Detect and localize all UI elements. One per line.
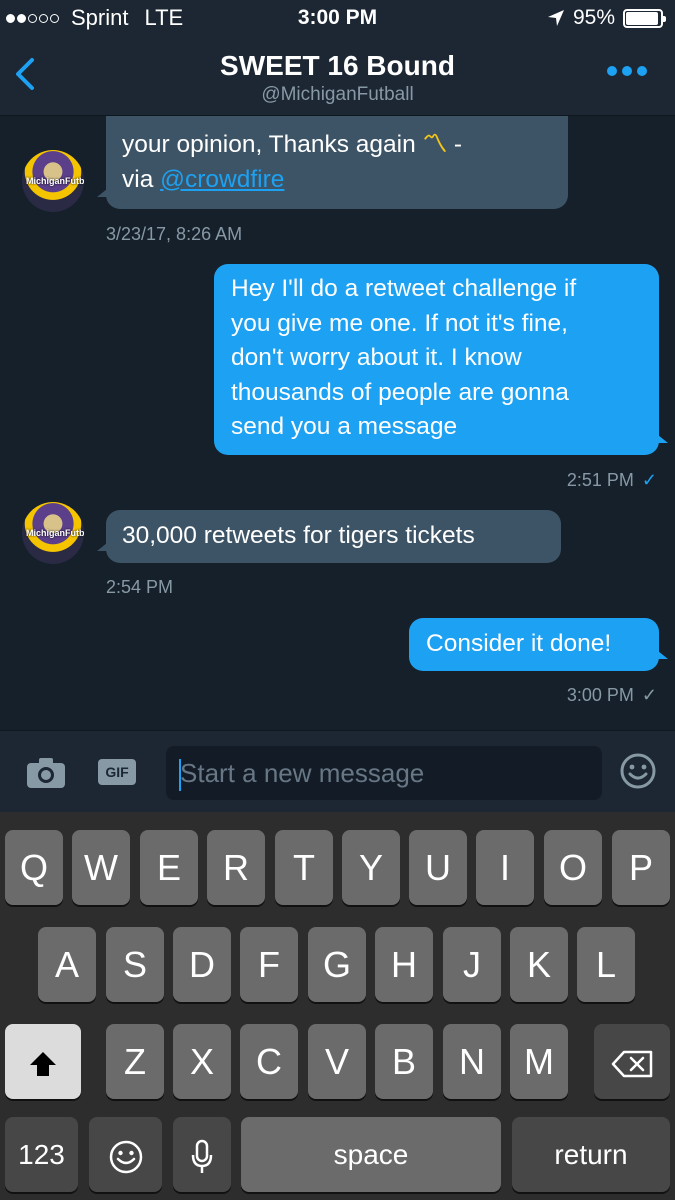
key-d[interactable]: D [173, 927, 231, 1002]
return-key[interactable]: return [512, 1117, 670, 1192]
key-k[interactable]: K [510, 927, 568, 1002]
message-timestamp: 2:51 PM ✓ [566, 470, 657, 490]
delete-key[interactable] [594, 1024, 670, 1099]
status-right: 95% [547, 6, 666, 30]
key-s[interactable]: S [106, 927, 164, 1002]
incoming-message-bubble[interactable]: 30,000 retweets for tigers tickets [97, 510, 561, 563]
message-timestamp: 2:54 PM [106, 577, 174, 597]
key-a[interactable]: A [38, 927, 96, 1002]
key-f[interactable]: F [240, 927, 298, 1002]
text-cursor [179, 759, 181, 791]
key-z[interactable]: Z [106, 1024, 164, 1099]
outgoing-message-bubble[interactable]: Hey I'll do a retweet challenge if you g… [214, 264, 668, 455]
key-u[interactable]: U [409, 830, 467, 905]
shift-key[interactable] [5, 1024, 81, 1099]
conversation-header: SWEET 16 Bound @MichiganFutball [0, 40, 675, 116]
sent-check-icon: ✓ [641, 470, 657, 490]
message-text: Consider it done! [426, 630, 612, 657]
avatar[interactable]: MichiganFutball [22, 502, 84, 564]
key-j[interactable]: J [443, 927, 501, 1002]
smiley-icon [620, 753, 656, 789]
dictation-key[interactable] [173, 1117, 231, 1192]
key-q[interactable]: Q [5, 830, 63, 905]
message-composer: GIF [0, 730, 675, 813]
more-options-icon[interactable] [607, 66, 647, 76]
message-list[interactable]: MichiganFutball your opinion, Thanks aga… [0, 116, 675, 730]
message-line: don't worry about it. I know [231, 344, 522, 371]
battery-percent: 95% [572, 6, 615, 29]
emoji-icon: 〽 [422, 131, 448, 158]
message-text: via @crowdfire [122, 165, 285, 193]
message-timestamp: 3:00 PM ✓ [566, 685, 657, 705]
avatar-label: MichiganFutball [26, 176, 84, 186]
key-i[interactable]: I [476, 830, 534, 905]
key-y[interactable]: Y [342, 830, 400, 905]
key-m[interactable]: M [510, 1024, 568, 1099]
key-h[interactable]: H [375, 927, 433, 1002]
key-e[interactable]: E [140, 830, 198, 905]
sent-check-icon: ✓ [641, 685, 657, 705]
key-r[interactable]: R [207, 830, 265, 905]
crowdfire-link[interactable]: @crowdfire [160, 166, 284, 193]
message-text: your opinion, Thanks again 〽 - [122, 131, 463, 158]
message-line: send you a message [231, 413, 458, 440]
emoji-button[interactable] [620, 753, 656, 794]
status-bar: Sprint LTE 3:00 PM 95% [0, 0, 675, 40]
key-l[interactable]: L [577, 927, 635, 1002]
key-o[interactable]: O [544, 830, 602, 905]
avatar[interactable]: MichiganFutball [22, 150, 84, 212]
message-line: you give me one. If not it's fine, [231, 309, 568, 337]
key-b[interactable]: B [375, 1024, 433, 1099]
camera-button[interactable] [26, 757, 66, 794]
battery-icon [623, 8, 666, 28]
conversation-title: SWEET 16 Bound [220, 50, 455, 81]
microphone-icon [191, 1140, 213, 1174]
outgoing-message-bubble[interactable]: Consider it done! [409, 618, 668, 671]
delete-icon [611, 1051, 653, 1078]
numbers-key[interactable]: 123 [5, 1117, 78, 1192]
avatar-label: MichiganFutball [26, 528, 84, 538]
shift-icon [30, 1052, 56, 1077]
location-arrow-icon [547, 10, 564, 26]
space-key[interactable]: space [241, 1117, 501, 1192]
conversation-handle: @MichiganFutball [261, 84, 414, 105]
message-text: 30,000 retweets for tigers tickets [122, 522, 475, 549]
key-n[interactable]: N [443, 1024, 501, 1099]
camera-icon [27, 758, 65, 788]
keyboard: Q W E R T Y U I O P A S D F G H J K L Z … [0, 812, 675, 1200]
incoming-message-bubble[interactable]: your opinion, Thanks again 〽 - via @crow… [97, 116, 568, 209]
message-input[interactable] [166, 746, 602, 800]
key-v[interactable]: V [308, 1024, 366, 1099]
key-c[interactable]: C [240, 1024, 298, 1099]
emoji-icon [109, 1141, 142, 1174]
key-w[interactable]: W [72, 830, 130, 905]
key-x[interactable]: X [173, 1024, 231, 1099]
key-p[interactable]: P [612, 830, 670, 905]
gif-button[interactable]: GIF [98, 759, 136, 785]
key-t[interactable]: T [275, 830, 333, 905]
message-line: thousands of people are gonna [231, 378, 569, 406]
message-timestamp: 3/23/17, 8:26 AM [106, 224, 243, 244]
key-g[interactable]: G [308, 927, 366, 1002]
message-line: Hey I'll do a retweet challenge if [231, 275, 577, 302]
emoji-key[interactable] [89, 1117, 162, 1192]
